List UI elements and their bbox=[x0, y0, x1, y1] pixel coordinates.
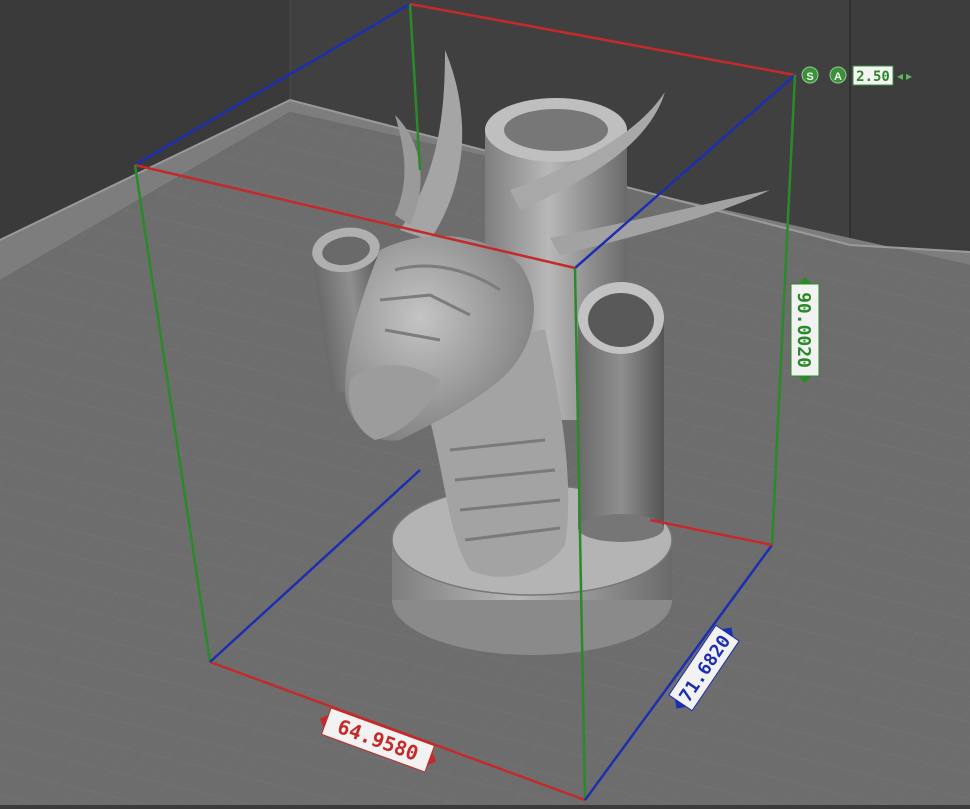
height-dimension-label[interactable]: 90.0020 bbox=[790, 277, 820, 383]
snap-step-field[interactable]: 2.50 bbox=[852, 65, 894, 86]
step-decrease-icon[interactable]: ◂ bbox=[897, 69, 903, 83]
step-increase-icon[interactable]: ▸ bbox=[906, 69, 912, 83]
snap-toggle-button[interactable]: S bbox=[801, 66, 819, 84]
angle-toggle-button[interactable]: A bbox=[829, 66, 847, 84]
snap-icon: S bbox=[806, 71, 813, 83]
height-value: 90.0020 bbox=[793, 292, 814, 368]
angle-icon: A bbox=[834, 71, 842, 83]
snap-step-value: 2.50 bbox=[856, 69, 890, 85]
3d-viewport[interactable]: 64.9580 71.6820 90.0020 S A 2.50 ◂ ▸ bbox=[0, 0, 970, 805]
